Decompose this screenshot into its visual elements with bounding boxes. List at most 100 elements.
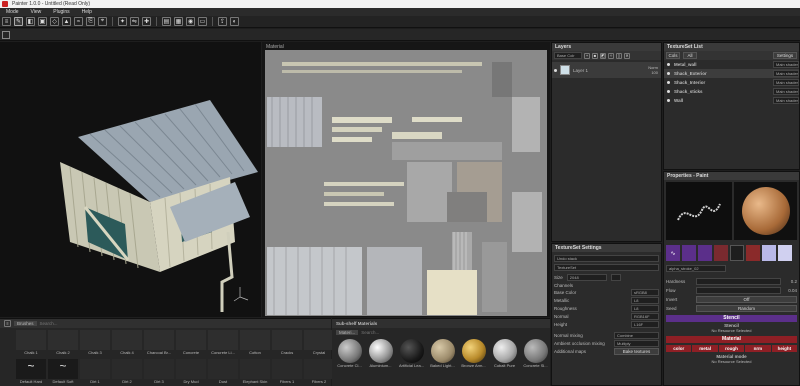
- brush-item[interactable]: Cotton: [240, 330, 270, 358]
- visibility-icon[interactable]: [554, 68, 557, 72]
- brush-item[interactable]: Crystal: [304, 330, 334, 358]
- add-effect-icon[interactable]: ✧: [608, 52, 614, 59]
- brush-item[interactable]: Chalk 4: [112, 330, 142, 358]
- swatch-metal[interactable]: [730, 245, 744, 261]
- textureset-field[interactable]: TextureSet: [554, 264, 659, 271]
- normal-mixing-dropdown[interactable]: Combine: [614, 332, 659, 339]
- textureset-item[interactable]: Shack_sticks Main shader: [664, 87, 799, 96]
- brush-item[interactable]: Fibers 2: [304, 359, 334, 386]
- textureset-shader[interactable]: Main shader: [773, 79, 799, 86]
- delete-icon[interactable]: ✕: [624, 52, 630, 59]
- material-channel-nrm[interactable]: nrm: [745, 345, 771, 352]
- add-layer-icon[interactable]: +: [584, 52, 590, 59]
- brush-item[interactable]: Charcoal Br...: [144, 330, 174, 358]
- menu-mode[interactable]: Mode: [6, 8, 19, 16]
- menu-help[interactable]: Help: [82, 8, 92, 16]
- menu-icon[interactable]: ≡: [2, 17, 11, 26]
- hardness-slider[interactable]: [696, 278, 781, 285]
- stencil-header[interactable]: Stencil: [666, 315, 797, 322]
- mirror-icon[interactable]: ⇋: [130, 17, 139, 26]
- undo-stack-field[interactable]: Undo stack: [554, 255, 659, 262]
- channel-normal-format[interactable]: RGB16F: [631, 313, 659, 320]
- material-channel-rough[interactable]: rough: [718, 345, 745, 352]
- polygon-fill-icon[interactable]: ▲: [62, 17, 71, 26]
- layer-opacity[interactable]: 100: [651, 70, 658, 75]
- material-item[interactable]: Concrete Sl...: [522, 339, 549, 368]
- brush-item[interactable]: Chalk 1: [16, 330, 46, 358]
- swatch-color[interactable]: [714, 245, 728, 261]
- eraser-icon[interactable]: ◧: [26, 17, 35, 26]
- visibility-icon[interactable]: [667, 99, 670, 102]
- textureset-shader[interactable]: Main shader: [773, 70, 799, 77]
- textureset-shader[interactable]: Main shader: [773, 61, 799, 68]
- layout-icon[interactable]: ▤: [162, 17, 171, 26]
- brush-item[interactable]: Chalk 3: [80, 330, 110, 358]
- material-channel-color[interactable]: color: [666, 345, 692, 352]
- folder-icon[interactable]: ▯: [616, 52, 622, 59]
- brush-alpha-preview[interactable]: [666, 182, 732, 240]
- textureset-item[interactable]: Metal_wall Main shader: [664, 60, 799, 69]
- hardness-value[interactable]: 0.2: [783, 279, 797, 284]
- brush-item[interactable]: Fibers 1: [272, 359, 302, 386]
- material-preview[interactable]: [734, 182, 797, 240]
- brush-item[interactable]: Cracks: [272, 330, 302, 358]
- alpha-thumbnail-2[interactable]: [682, 245, 696, 261]
- flow-value[interactable]: 0.04: [783, 288, 797, 293]
- alpha-name-field[interactable]: alpha_stroke_02: [666, 265, 726, 272]
- menu-view[interactable]: View: [31, 8, 42, 16]
- paint-brush-icon[interactable]: ✎: [14, 17, 23, 26]
- brush-item[interactable]: Dust: [208, 359, 238, 386]
- channel-basecolor-format[interactable]: sRGB8: [631, 289, 659, 296]
- brush-item[interactable]: ~ Default Soft: [48, 359, 78, 386]
- textureset-name[interactable]: Shack_sticks: [674, 89, 769, 94]
- channel-dropdown[interactable]: Base Colr: [554, 52, 582, 59]
- material-item[interactable]: Baked Light...: [429, 339, 456, 368]
- picker-icon[interactable]: ⌖: [98, 17, 107, 26]
- textureset-name[interactable]: Shack_Exterior: [674, 71, 769, 76]
- size-dropdown[interactable]: 2048: [566, 274, 607, 281]
- size-link-icon[interactable]: [610, 274, 621, 281]
- channel-metallic-format[interactable]: L8: [631, 297, 659, 304]
- brush-item[interactable]: ~ Default Hard: [16, 359, 46, 386]
- shelf-search-input[interactable]: Search...: [40, 321, 58, 326]
- textureset-item[interactable]: Shack_Interior Main shader: [664, 78, 799, 87]
- layer-name[interactable]: Layer 1: [573, 68, 645, 73]
- channel-roughness-format[interactable]: L8: [631, 305, 659, 312]
- render-icon[interactable]: ◐: [230, 17, 239, 26]
- brush-item[interactable]: Elephant Skin: [240, 359, 270, 386]
- cols-button[interactable]: Cols: [666, 52, 680, 59]
- alpha-thumbnail-3[interactable]: [698, 245, 712, 261]
- settings-button[interactable]: Settings: [773, 52, 797, 59]
- shelf-menu-icon[interactable]: ≡: [4, 320, 11, 327]
- menu-plugins[interactable]: Plugins: [53, 8, 69, 16]
- textureset-name[interactable]: Wall: [674, 98, 769, 103]
- layer-row[interactable]: Layer 1 Norm 100: [552, 62, 661, 78]
- textureset-item[interactable]: Shack_Exterior Main shader: [664, 69, 799, 78]
- bake-textures-button[interactable]: Bake textures: [614, 348, 659, 355]
- material-channel-metal[interactable]: metal: [692, 345, 718, 352]
- channel-height-format[interactable]: L16F: [631, 321, 659, 328]
- swatch-height[interactable]: [762, 245, 776, 261]
- brush-item[interactable]: Dirt 1: [80, 359, 110, 386]
- geometry-icon[interactable]: ◇: [50, 17, 59, 26]
- brush-item[interactable]: Dirt 2: [112, 359, 142, 386]
- brush-item[interactable]: Dirt 3: [144, 359, 174, 386]
- flow-slider[interactable]: [696, 287, 781, 294]
- visibility-icon[interactable]: [667, 63, 670, 66]
- shelf-tab-brushes[interactable]: Brushes: [14, 321, 37, 326]
- subshelf-filter[interactable]: Materi...: [336, 330, 359, 335]
- stamp-icon[interactable]: ✦: [118, 17, 127, 26]
- material-item[interactable]: Cobalt Pure: [491, 339, 518, 368]
- textureset-item[interactable]: Wall Main shader: [664, 96, 799, 105]
- textureset-shader[interactable]: Main shader: [773, 97, 799, 104]
- textureset-name[interactable]: Shack_Interior: [674, 80, 769, 85]
- visibility-icon[interactable]: [667, 81, 670, 84]
- swatch-rough[interactable]: [746, 245, 760, 261]
- camera-icon[interactable]: ◉: [186, 17, 195, 26]
- add-fill-icon[interactable]: ■: [592, 52, 598, 59]
- swatch-nrm[interactable]: [778, 245, 792, 261]
- subshelf-search-input[interactable]: Search...: [361, 330, 379, 335]
- material-item[interactable]: Aluminium...: [367, 339, 394, 368]
- brush-item[interactable]: Dry Mud: [176, 359, 206, 386]
- projection-icon[interactable]: ▣: [38, 17, 47, 26]
